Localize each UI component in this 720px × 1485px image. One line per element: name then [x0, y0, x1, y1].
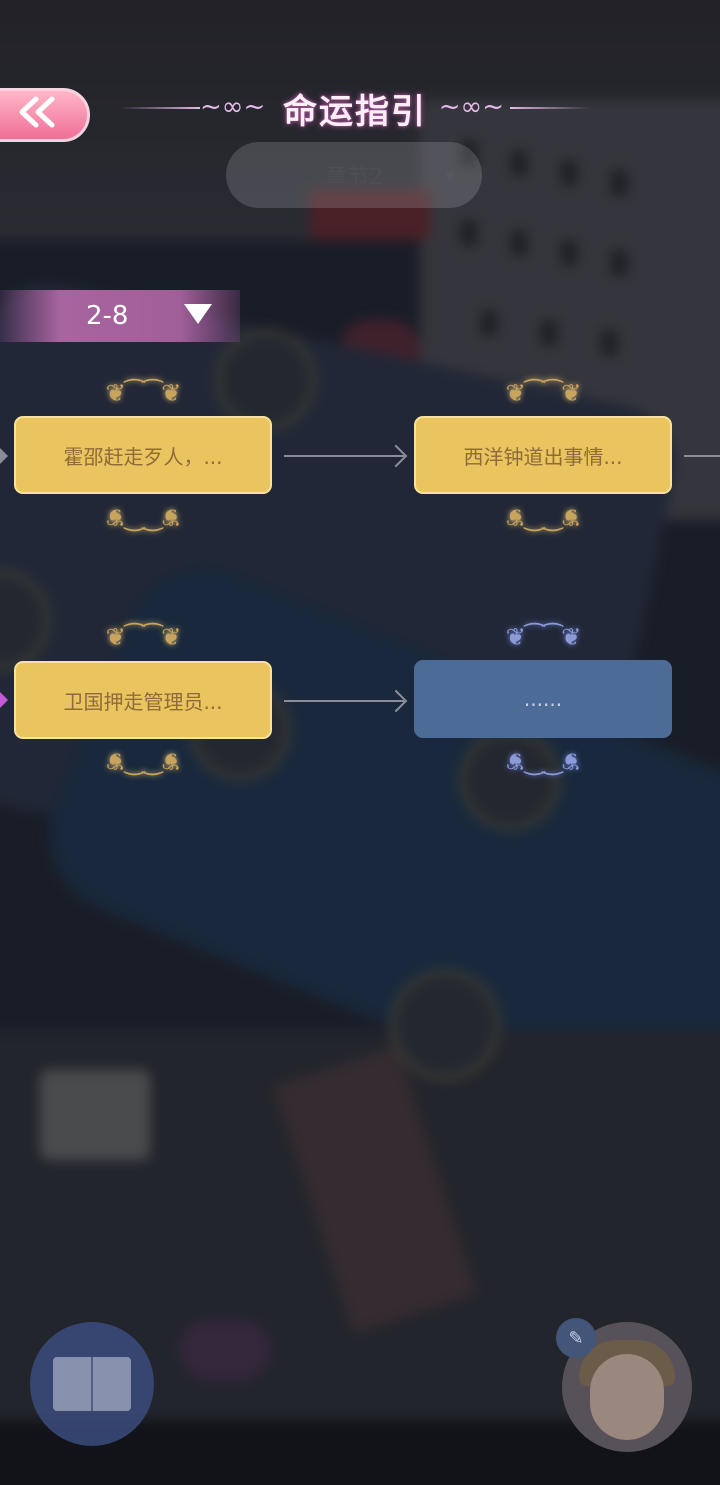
story-node[interactable]: 卫国押走管理员...: [14, 661, 272, 739]
book-icon: [53, 1357, 131, 1411]
story-node-label: ......: [523, 687, 563, 711]
story-node-locked[interactable]: ......: [414, 660, 672, 738]
node-ornament-top-icon: ❦⁀⁀❦: [505, 623, 582, 651]
subchapter-dropdown[interactable]: 2-8: [0, 290, 240, 342]
node-connector-offscreen: [684, 455, 720, 457]
node-ornament-top-icon: ❦⁀⁀❦: [105, 623, 182, 651]
edit-icon: ✎: [556, 1318, 596, 1358]
map-background: [0, 0, 720, 1485]
story-node-label: 霍邵赶走歹人，...: [63, 444, 223, 469]
story-node[interactable]: 西洋钟道出事情...: [414, 416, 672, 494]
story-node[interactable]: 霍邵赶走歹人，...: [14, 416, 272, 494]
double-chevron-left-icon: [16, 95, 60, 135]
story-node-label: 西洋钟道出事情...: [463, 444, 623, 469]
subchapter-dropdown-label: 2-8: [86, 301, 129, 331]
chapter-dropdown[interactable]: 章节2 ▾: [226, 142, 482, 208]
incoming-arrow-icon: [0, 448, 8, 464]
back-button[interactable]: [0, 88, 90, 142]
title-ornament-right-icon: ~∞~: [438, 92, 504, 122]
node-ornament-bottom-icon: ❦⁀⁀❦: [105, 747, 181, 775]
storybook-button[interactable]: [30, 1322, 154, 1446]
title-banner: ~∞~ 命运指引 ~∞~: [120, 80, 590, 140]
incoming-arrow-icon: [0, 692, 8, 708]
avatar: [590, 1354, 664, 1440]
node-ornament-top-icon: ❦⁀⁀❦: [505, 379, 582, 407]
story-node-label: 卫国押走管理员...: [63, 689, 223, 714]
node-ornament-bottom-icon: ❦⁀⁀❦: [505, 503, 581, 531]
node-ornament-bottom-icon: ❦⁀⁀❦: [505, 747, 581, 775]
node-ornament-top-icon: ❦⁀⁀❦: [105, 379, 182, 407]
title-divider-right: [510, 107, 590, 109]
triangle-down-icon: [184, 304, 212, 324]
chapter-dropdown-label: 章节2: [325, 165, 383, 190]
node-ornament-bottom-icon: ❦⁀⁀❦: [105, 503, 181, 531]
chevron-down-icon: ▾: [445, 165, 454, 185]
